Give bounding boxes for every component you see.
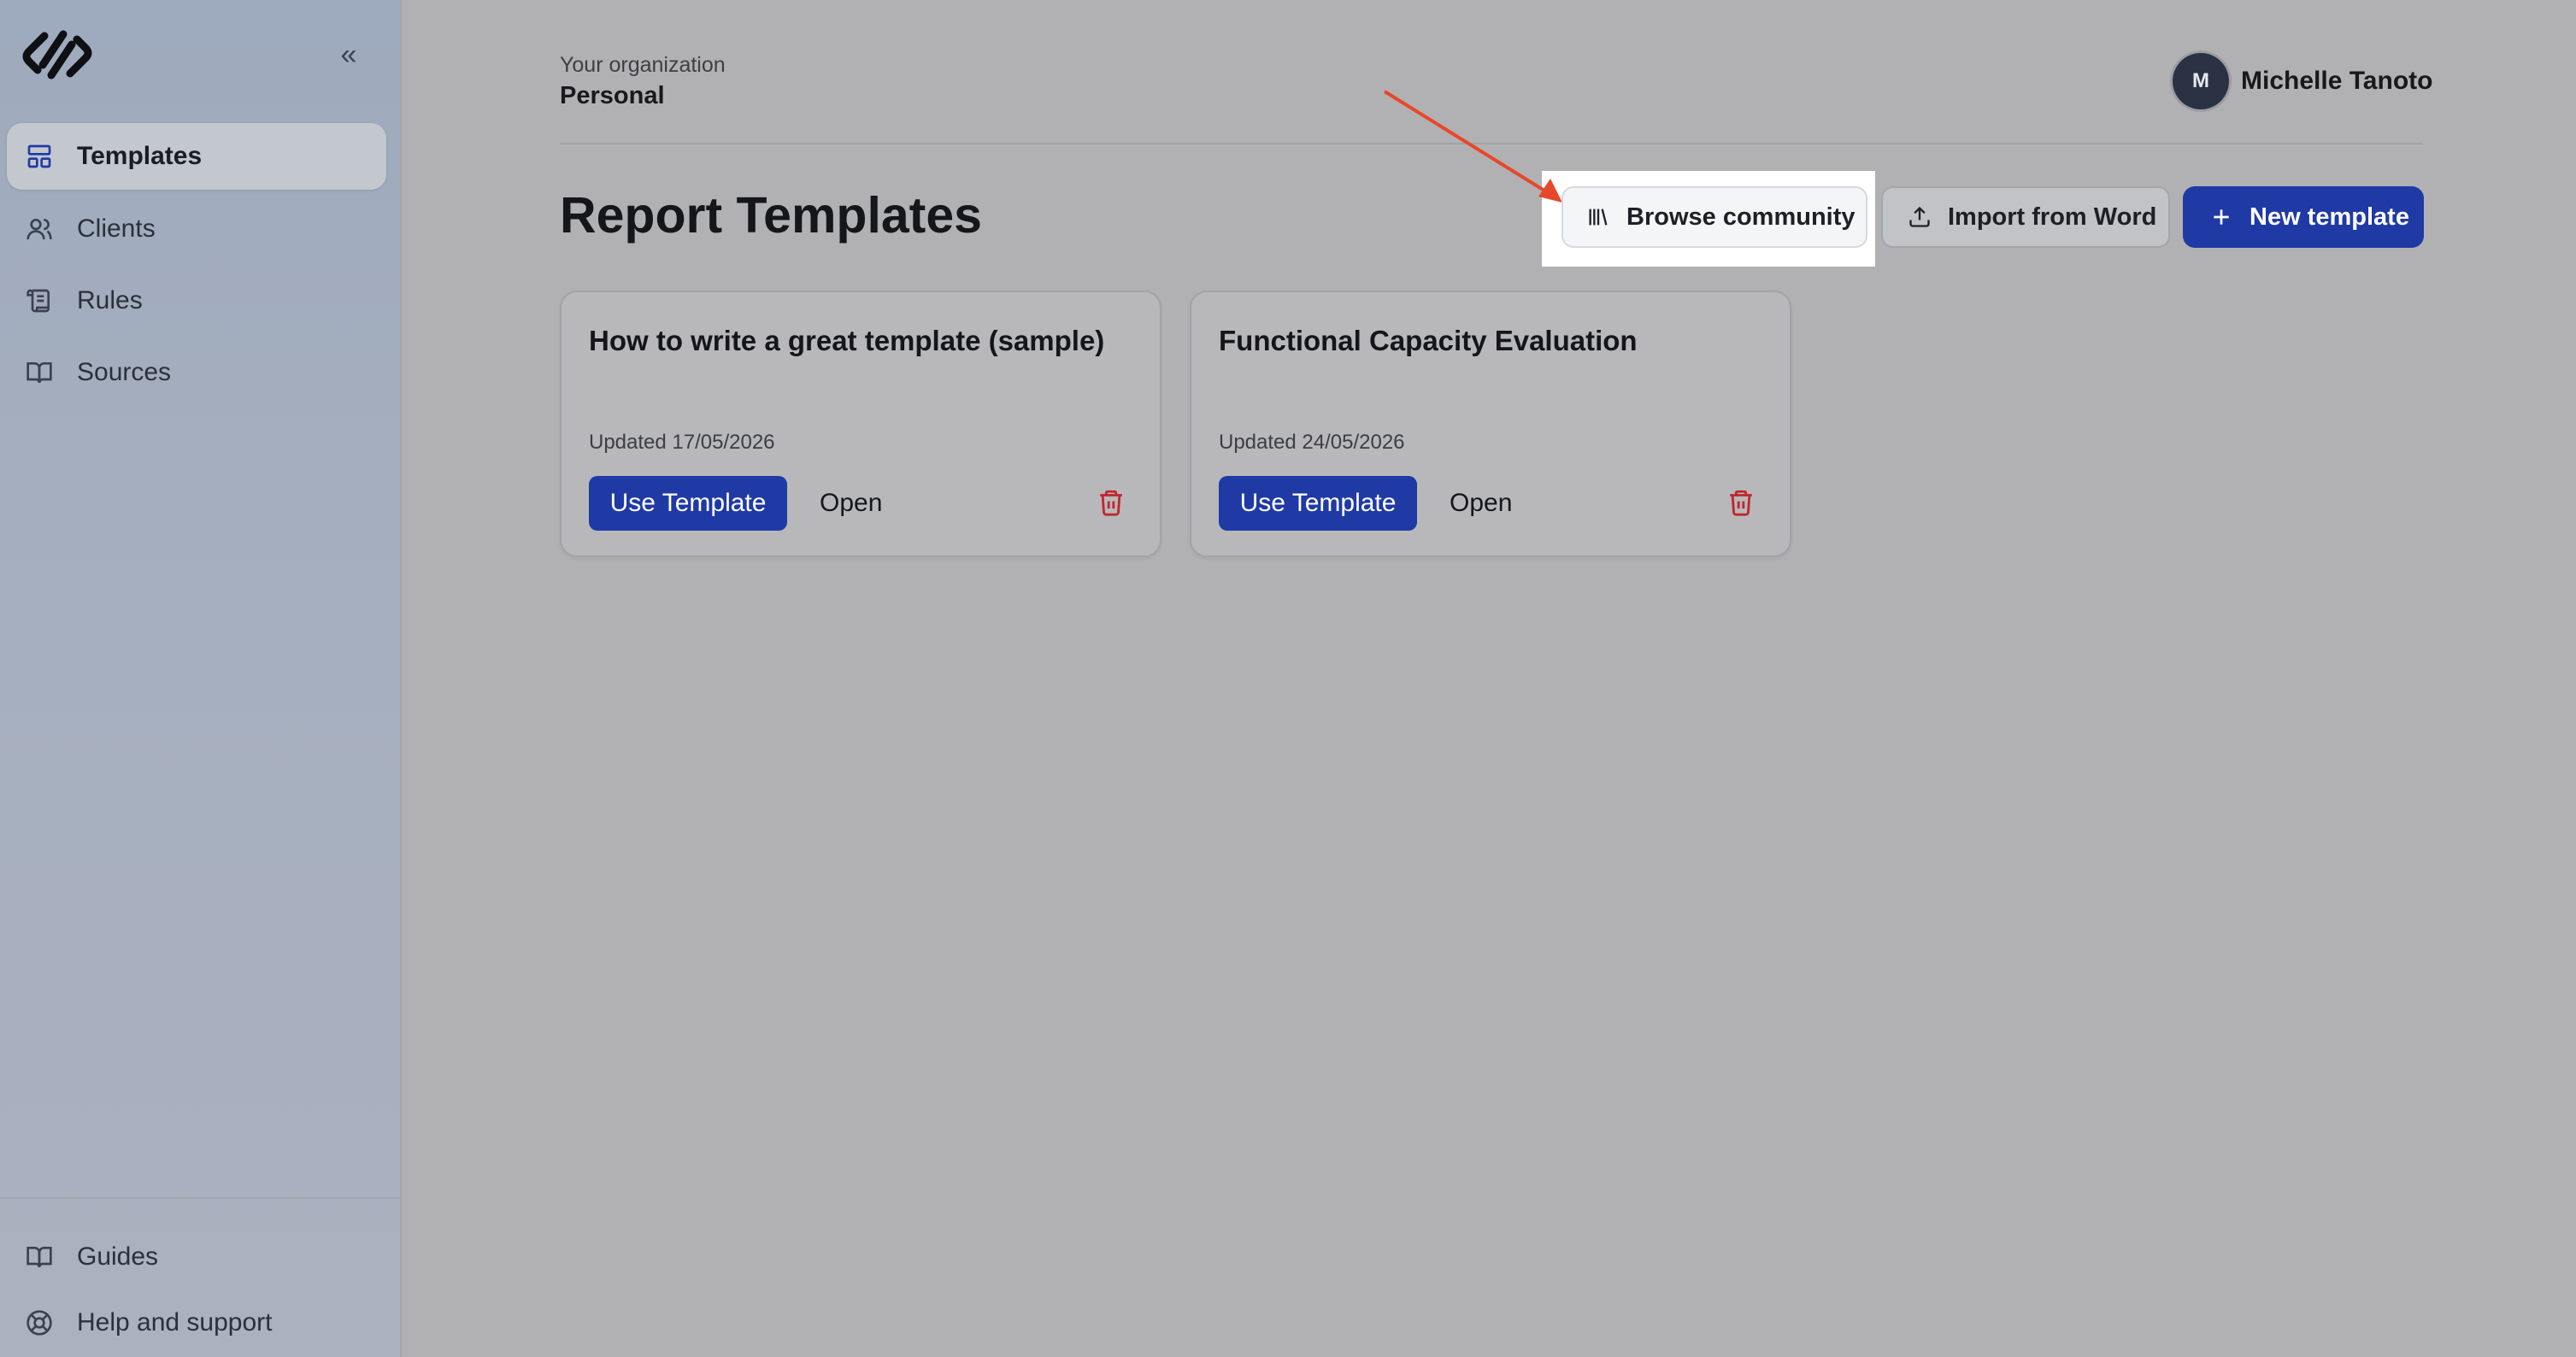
avatar[interactable]: M xyxy=(2173,53,2229,109)
sidebar-item-clients[interactable]: Clients xyxy=(7,196,386,262)
users-icon xyxy=(24,214,55,244)
org-label: Your organization xyxy=(560,53,726,77)
book-open-icon xyxy=(24,1242,55,1272)
sidebar-item-label: Help and support xyxy=(77,1308,273,1336)
sidebar-item-rules[interactable]: Rules xyxy=(7,267,386,334)
template-card-updated: Updated 24/05/2026 xyxy=(1219,431,1405,454)
sidebar-item-label: Templates xyxy=(77,142,203,170)
open-template-button[interactable]: Open xyxy=(1450,489,1512,518)
browse-community-button[interactable]: Browse community xyxy=(1561,186,1867,248)
browse-community-label: Browse community xyxy=(1626,203,1856,231)
import-from-word-button[interactable]: Import from Word xyxy=(1881,186,2170,248)
collapse-sidebar-button[interactable]: « xyxy=(332,38,366,72)
sidebar-item-label: Sources xyxy=(77,358,172,386)
sidebar-item-templates[interactable]: Templates xyxy=(7,123,386,190)
template-card-title: Functional Capacity Evaluation xyxy=(1219,325,1638,356)
layout-icon xyxy=(24,141,55,172)
sidebar-item-sources[interactable]: Sources xyxy=(7,339,386,406)
sidebar-item-guides[interactable]: Guides xyxy=(7,1224,386,1290)
template-card-updated: Updated 17/05/2026 xyxy=(589,431,775,454)
book-open-icon xyxy=(24,357,55,388)
scroll-icon xyxy=(24,285,55,316)
template-card: How to write a great template (sample) U… xyxy=(560,291,1162,557)
org-switcher[interactable]: Personal xyxy=(560,82,665,110)
trash-icon[interactable] xyxy=(1726,485,1756,520)
upload-icon xyxy=(1905,203,1934,232)
user-name[interactable]: Michelle Tanoto xyxy=(2241,67,2432,96)
plus-icon xyxy=(2207,203,2236,232)
sidebar-item-label: Guides xyxy=(77,1242,159,1271)
sidebar-divider xyxy=(0,1197,400,1199)
sidebar-item-help[interactable]: Help and support xyxy=(7,1289,386,1356)
page-title: Report Templates xyxy=(560,187,982,244)
import-from-word-label: Import from Word xyxy=(1948,203,2157,231)
template-card-title: How to write a great template (sample) xyxy=(589,325,1105,356)
new-template-button[interactable]: New template xyxy=(2183,186,2424,248)
lifebuoy-icon xyxy=(24,1307,55,1338)
new-template-label: New template xyxy=(2250,203,2409,231)
library-icon xyxy=(1584,203,1613,232)
open-template-button[interactable]: Open xyxy=(820,489,882,518)
sidebar-item-label: Clients xyxy=(77,214,156,243)
annotation-arrow-icon xyxy=(1383,90,1562,203)
use-template-button[interactable]: Use Template xyxy=(589,476,787,531)
sidebar-item-label: Rules xyxy=(77,286,143,314)
template-card: Functional Capacity Evaluation Updated 2… xyxy=(1190,291,1791,557)
use-template-button[interactable]: Use Template xyxy=(1219,476,1417,531)
app-logo[interactable] xyxy=(19,26,96,84)
sidebar: « Templates Clients Rules Sources Guides xyxy=(0,0,402,1357)
trash-icon[interactable] xyxy=(1097,485,1126,520)
